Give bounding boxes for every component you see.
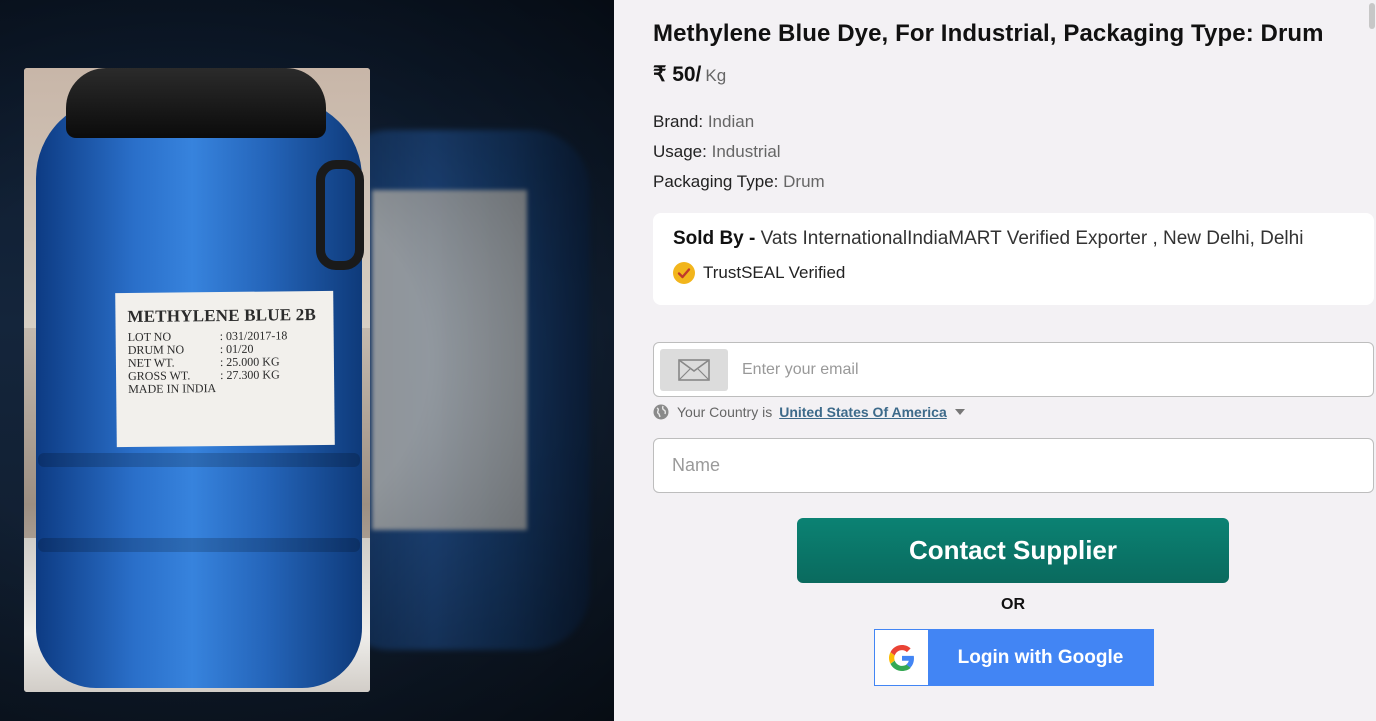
price-unit: Kg <box>705 66 727 85</box>
trustseal-check-icon <box>673 262 695 284</box>
email-input[interactable] <box>728 343 1373 396</box>
drum-label-row: MADE IN INDIA <box>128 381 217 397</box>
trustseal: TrustSEAL Verified <box>673 262 1354 284</box>
scrollbar[interactable] <box>1368 0 1376 721</box>
country-prefix: Your Country is <box>677 404 773 420</box>
country-link[interactable]: United States Of America <box>779 404 947 420</box>
price: ₹ 50/ Kg <box>653 62 1375 87</box>
product-image[interactable]: METHYLENE BLUE 2B LOT NO: 031/2017-18 DR… <box>24 68 370 692</box>
email-field-container <box>653 342 1374 397</box>
drum-lid <box>66 68 326 138</box>
mail-icon <box>660 348 728 391</box>
country-selector: Your Country is United States Of America <box>653 404 965 420</box>
login-with-google-button[interactable]: Login with Google <box>874 629 1154 686</box>
caret-down-icon[interactable] <box>954 409 965 415</box>
name-input[interactable] <box>654 439 1373 492</box>
spec-list: Brand: Indian Usage: Industrial Packagin… <box>653 107 1375 197</box>
spec-usage: Usage: Industrial <box>653 142 781 161</box>
trustseal-text: TrustSEAL Verified <box>703 263 846 282</box>
globe-icon <box>653 404 669 420</box>
seller-info: Sold By - Vats InternationalIndiaMART Ve… <box>673 228 1354 250</box>
sold-by-label: Sold By - <box>673 228 756 249</box>
name-field-container <box>653 438 1374 493</box>
or-divider: OR <box>1001 596 1025 613</box>
seller-card: Sold By - Vats InternationalIndiaMART Ve… <box>653 213 1374 305</box>
drum-handle <box>316 160 364 270</box>
spec-packaging: Packaging Type: Drum <box>653 172 825 191</box>
price-amount: ₹ 50/ <box>653 63 702 86</box>
drum-label: METHYLENE BLUE 2B LOT NO: 031/2017-18 DR… <box>115 290 335 448</box>
scrollbar-thumb[interactable] <box>1369 3 1375 29</box>
product-title: Methylene Blue Dye, For Industrial, Pack… <box>653 20 1324 47</box>
contact-supplier-button[interactable]: Contact Supplier <box>797 518 1229 583</box>
product-media-panel: METHYLENE BLUE 2B LOT NO: 031/2017-18 DR… <box>0 0 614 721</box>
seller-name[interactable]: Vats InternationalIndiaMART Verified Exp… <box>755 228 1304 249</box>
drum-label-title: METHYLENE BLUE 2B <box>127 305 317 327</box>
google-icon <box>875 630 928 685</box>
product-details: Methylene Blue Dye, For Industrial, Pack… <box>653 20 1375 197</box>
google-button-label: Login with Google <box>957 646 1124 668</box>
spec-brand: Brand: Indian <box>653 112 755 131</box>
